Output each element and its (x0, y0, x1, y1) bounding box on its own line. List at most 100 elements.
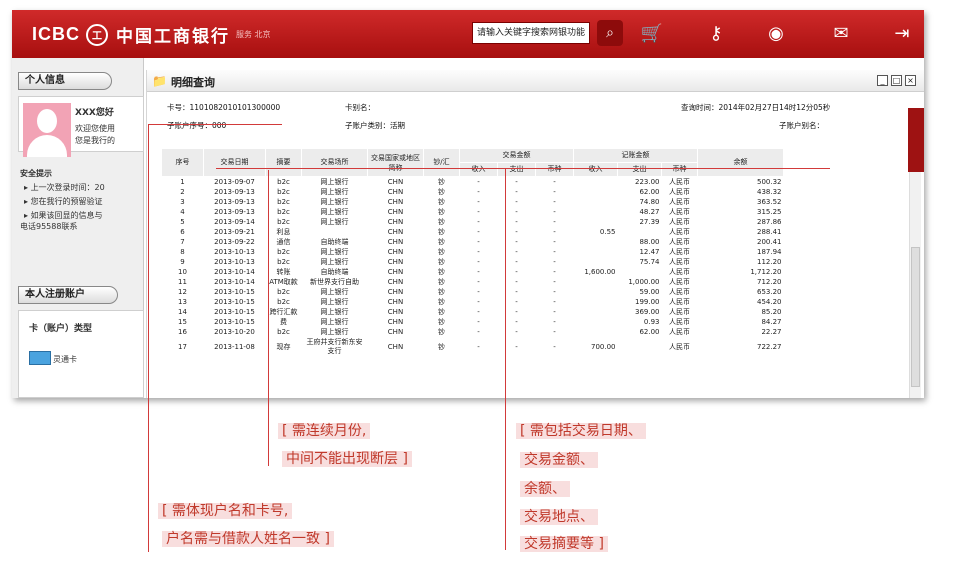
cell-date: 2013-10-14 (214, 268, 255, 276)
cell-record-in (574, 297, 618, 307)
cell-date: 2013-10-15 (214, 288, 255, 296)
cell-place (302, 227, 368, 237)
cell-record-out: 62.00 (639, 188, 660, 196)
vertical-scrollbar[interactable] (909, 152, 921, 398)
accounts-title[interactable]: 本人注册账户 (18, 286, 118, 304)
side-tab[interactable] (908, 108, 924, 172)
key-icon[interactable]: ⚷ (702, 20, 730, 48)
cell-amount-cur: - (553, 208, 556, 216)
minimize-icon[interactable]: _ (877, 75, 888, 86)
cell-seq: 8 (180, 248, 185, 256)
search-icon[interactable]: ⌕ (597, 20, 623, 46)
col-record-cur: 币种 (661, 162, 698, 177)
personal-info-panel: XXX您好 欢迎您使用 您是我行的 (18, 96, 144, 157)
cell-summary: b2c (277, 248, 290, 256)
logo-sub: 服务 北京 (236, 30, 271, 39)
cell-amount-cur: - (553, 218, 556, 226)
cell-amount-in: - (477, 228, 480, 236)
cart-icon[interactable]: 🛒 (638, 20, 666, 48)
cell-record-cur: 人民币 (669, 208, 690, 216)
cell-summary: b2c (277, 288, 290, 296)
cell-summary: b2c (277, 188, 290, 196)
transaction-table: 序号 交易日期 摘要 交易场所 交易国家或地区简称 钞/汇 交易金额 记账金额 … (161, 148, 784, 357)
card-alias: 卡别名： (345, 103, 375, 112)
col-balance: 余额 (697, 148, 784, 177)
cell-cash: 钞 (438, 318, 445, 326)
cell-amount-cur: - (553, 318, 556, 326)
card-number-line: 卡号：1101082010101300000 (167, 103, 281, 112)
exit-icon[interactable]: ⇥ (888, 20, 916, 48)
callout-underline-header (216, 168, 830, 169)
cell-date: 2013-10-13 (214, 258, 255, 266)
cell-amount-out: - (515, 178, 518, 186)
mail-icon[interactable]: ✉ (827, 20, 855, 48)
cell-balance: 22.27 (761, 328, 782, 336)
cell-balance: 500.32 (757, 178, 782, 186)
cell-seq: 9 (180, 258, 185, 266)
cell-record-in (574, 207, 618, 217)
accounts-panel: 卡（账户）类型 灵通卡 (18, 310, 144, 398)
logo-en: ICBC (32, 24, 80, 44)
cell-cash: 钞 (438, 198, 445, 206)
cell-record-out (618, 267, 662, 277)
cell-seq: 7 (180, 238, 185, 246)
cell-amount-out: - (515, 188, 518, 196)
cell-place: 网上银行 (320, 258, 349, 266)
folder-icon: 📁 (152, 74, 167, 88)
personal-info-title[interactable]: 个人信息 (18, 72, 112, 90)
cell-record-out: 199.00 (635, 298, 660, 306)
cell-amount-cur: - (553, 228, 556, 236)
scrollbar-thumb[interactable] (911, 247, 920, 387)
cell-record-cur: 人民币 (669, 248, 690, 256)
cell-amount-cur: - (553, 258, 556, 266)
cell-date: 2013-09-13 (214, 188, 255, 196)
cell-date: 2013-10-15 (214, 318, 255, 326)
disc-icon[interactable]: ◉ (762, 20, 790, 48)
cell-record-in: 1,600.00 (584, 268, 616, 276)
cell-summary: 通信 (276, 238, 291, 246)
cell-record-out: 12.47 (639, 248, 660, 256)
cell-record-in (574, 307, 618, 317)
cell-seq: 1 (180, 178, 185, 186)
cell-amount-in: - (477, 208, 480, 216)
cell-summary: 现存 (276, 342, 291, 351)
card-name[interactable]: 灵通卡 (53, 354, 77, 365)
cell-balance: 438.32 (757, 188, 782, 196)
cell-summary: ATM取款 (269, 278, 298, 286)
close-icon[interactable]: × (905, 75, 916, 86)
maximize-icon[interactable]: □ (891, 75, 902, 86)
panel-title-bar: 📁 明细查询 _ □ × (147, 70, 924, 92)
table-row: 3 2013-09-13 b2c 网上银行 CHN 钞 - - - 74.80 人民币 363.52 (162, 197, 784, 207)
cell-cash: 钞 (438, 258, 445, 266)
cell-record-out: 75.74 (639, 258, 660, 266)
annotation-fields-line-2: 交易金额、 (520, 449, 598, 469)
cell-place: 网上银行 (320, 208, 349, 216)
cell-summary: b2c (277, 208, 290, 216)
cell-balance: 200.41 (757, 238, 782, 246)
cell-balance: 653.20 (757, 288, 782, 296)
cell-amount-out: - (515, 278, 518, 286)
cell-record-cur: 人民币 (669, 228, 690, 236)
cell-place: 网上银行 (320, 248, 349, 256)
table-row: 7 2013-09-22 通信 自助终端 CHN 钞 - - - 88.00 人民币 200.41 (162, 237, 784, 247)
cell-seq: 13 (178, 298, 187, 306)
annotation-name-line-2: 户名需与借款人姓名一致 ] (162, 528, 334, 548)
cell-date: 2013-10-15 (214, 308, 255, 316)
top-bar: ICBC 工 中国工商银行 服务 北京 请输入关键字搜索网银功能 ⌕ 🛒 ⚷ ◉… (12, 10, 924, 58)
cell-date: 2013-10-20 (214, 328, 255, 336)
cell-cash: 钞 (438, 228, 445, 236)
cell-cash: 钞 (438, 328, 445, 336)
cell-seq: 3 (180, 198, 185, 206)
col-amount-out: 支出 (497, 162, 536, 177)
cell-seq: 4 (180, 208, 185, 216)
cell-date: 2013-09-13 (214, 208, 255, 216)
table-row: 6 2013-09-21 利息 CHN 钞 - - - 0.55 人民币 288.41 (162, 227, 784, 237)
icbc-logo[interactable]: ICBC 工 中国工商银行 服务 北京 (32, 22, 271, 47)
cell-record-cur: 人民币 (669, 318, 690, 326)
cell-seq: 5 (180, 218, 185, 226)
cell-amount-cur: - (553, 238, 556, 246)
col-place: 交易场所 (301, 148, 368, 177)
callout-line-middle (268, 170, 269, 466)
query-time: 查询时间：2014年02月27日14时12分05秒 (681, 103, 831, 112)
search-input[interactable]: 请输入关键字搜索网银功能 (472, 22, 590, 44)
